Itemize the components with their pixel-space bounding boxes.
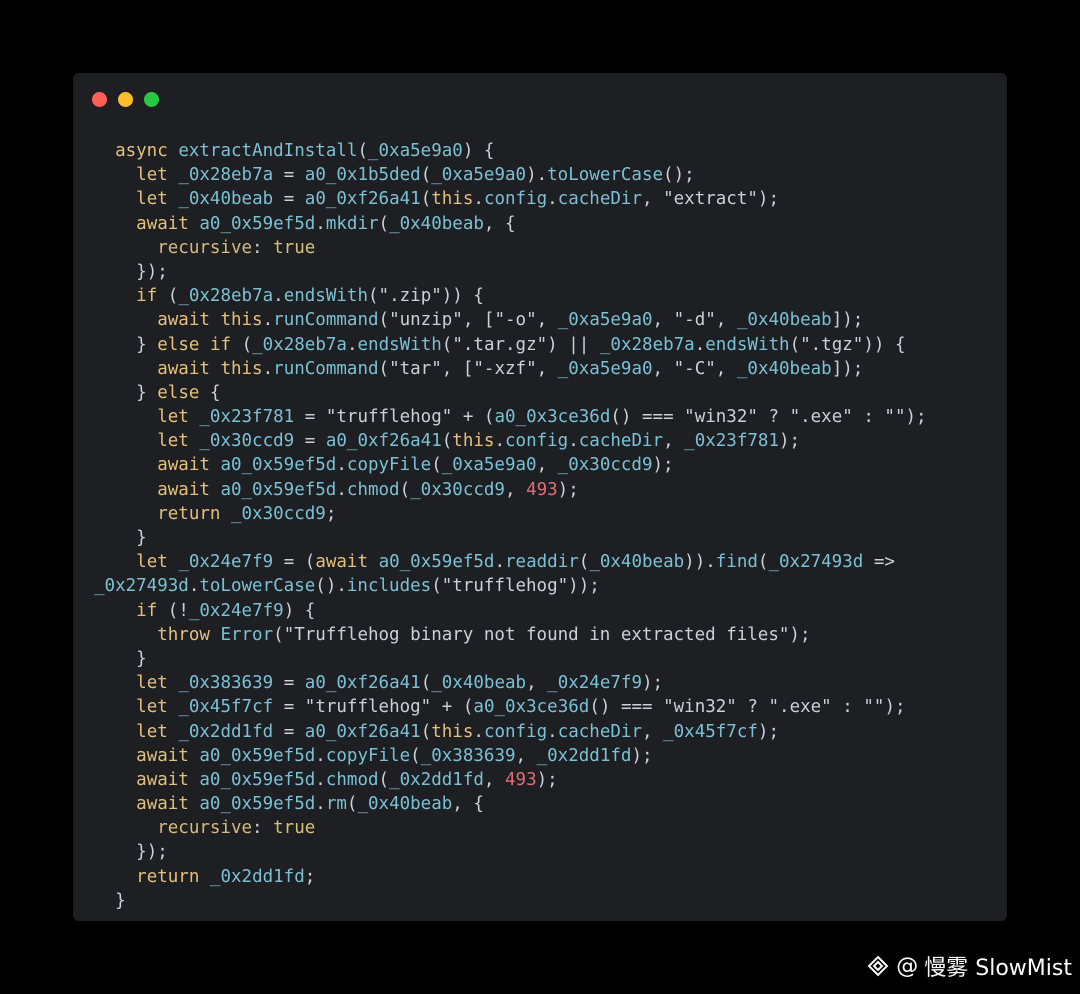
code-line: recursive: true (157, 818, 316, 839)
code-line: await this.runCommand("unzip", ["-o", _0… (157, 310, 864, 331)
code-line: await a0_0x59ef5d.copyFile(_0xa5e9a0, _0… (157, 455, 674, 476)
code-line: }); (136, 261, 168, 282)
code-line: _0x27493d.toLowerCase().includes("truffl… (94, 576, 600, 597)
code-line: } (115, 890, 126, 911)
watermark-text: 慢雾 SlowMist (924, 956, 1072, 981)
code-line: await a0_0x59ef5d.mkdir(_0x40beab, { (136, 213, 516, 234)
code-line: let _0x30ccd9 = a0_0xf26a41(this.config.… (157, 431, 801, 452)
code-block: async extractAndInstall(_0xa5e9a0) { let… (94, 139, 1007, 913)
watermark: @ 慢雾 SlowMist (866, 950, 1072, 982)
code-line: return _0x2dd1fd; (136, 866, 316, 887)
close-dot-icon[interactable] (92, 92, 107, 107)
code-line: } else if (_0x28eb7a.endsWith(".tar.gz")… (136, 334, 906, 355)
code-line: throw Error("Trufflehog binary not found… (157, 624, 811, 645)
code-line: let _0x45f7cf = "trufflehog" + (a0_0x3ce… (136, 697, 906, 718)
code-line: await a0_0x59ef5d.rm(_0x40beab, { (136, 794, 484, 815)
code-line: let _0x40beab = a0_0xf26a41(this.config.… (136, 189, 779, 210)
code-line: } (136, 648, 147, 669)
code-line: } else { (136, 382, 221, 403)
maximize-dot-icon[interactable] (144, 92, 159, 107)
code-line: return _0x30ccd9; (157, 503, 337, 524)
watermark-at: @ (896, 953, 919, 979)
code-line: let _0x23f781 = "trufflehog" + (a0_0x3ce… (157, 407, 927, 428)
code-line: await a0_0x59ef5d.copyFile(_0x383639, _0… (136, 745, 653, 766)
code-line: async extractAndInstall(_0xa5e9a0) { (115, 141, 495, 161)
code-line: } (136, 528, 147, 548)
minimize-dot-icon[interactable] (118, 92, 133, 107)
code-line: let _0x2dd1fd = a0_0xf26a41(this.config.… (136, 721, 779, 742)
code-line: if (_0x28eb7a.endsWith(".zip")) { (136, 286, 484, 307)
code-line: let _0x28eb7a = a0_0x1b5ded(_0xa5e9a0).t… (136, 165, 695, 186)
code-window: async extractAndInstall(_0xa5e9a0) { let… (73, 73, 1007, 921)
code-line: let _0x24e7f9 = (await a0_0x59ef5d.readd… (136, 552, 895, 573)
code-line: let _0x383639 = a0_0xf26a41(_0x40beab, _… (136, 673, 664, 694)
code-line: }); (136, 842, 168, 863)
code-line: if (!_0x24e7f9) { (136, 600, 316, 621)
code-line: await a0_0x59ef5d.chmod(_0x30ccd9, 493); (157, 479, 579, 500)
code-line: await a0_0x59ef5d.chmod(_0x2dd1fd, 493); (136, 769, 558, 790)
code-line: await this.runCommand("tar", ["-xzf", _0… (157, 358, 864, 379)
binance-square-icon (867, 955, 889, 977)
code-line: recursive: true (157, 237, 316, 258)
